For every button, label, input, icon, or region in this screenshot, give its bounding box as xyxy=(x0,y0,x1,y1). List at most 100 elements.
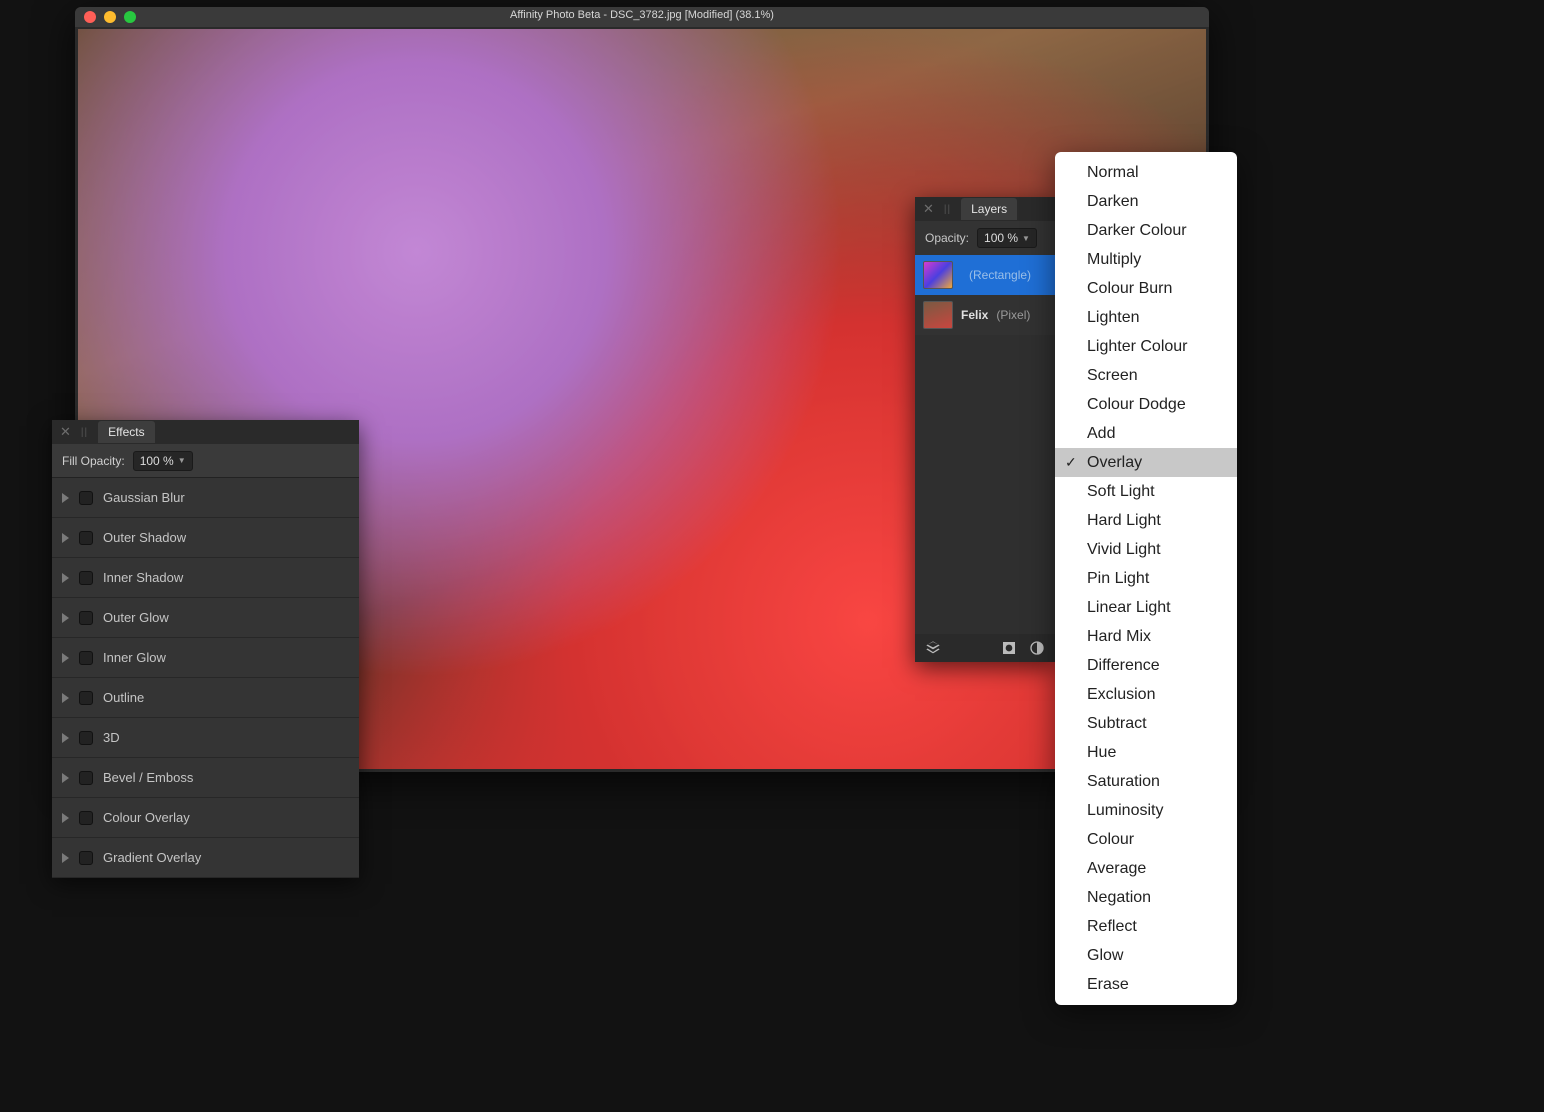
panel-close-icon[interactable]: ✕ xyxy=(923,201,934,217)
blend-mode-menu[interactable]: NormalDarkenDarker ColourMultiplyColour … xyxy=(1055,152,1237,1005)
effect-row[interactable]: Colour Overlay xyxy=(52,798,359,838)
layer-row[interactable]: Felix (Pixel) xyxy=(915,295,1055,335)
effect-row[interactable]: Outer Shadow xyxy=(52,518,359,558)
effect-checkbox[interactable] xyxy=(79,611,93,625)
effect-checkbox[interactable] xyxy=(79,771,93,785)
blend-mode-item[interactable]: Lighten xyxy=(1055,303,1237,332)
panel-grip-icon[interactable]: || xyxy=(81,427,88,438)
layer-opacity-row: Opacity: 100 % ▼ xyxy=(915,221,1055,255)
effect-label: Inner Glow xyxy=(103,650,166,665)
effect-checkbox[interactable] xyxy=(79,531,93,545)
check-icon: ✓ xyxy=(1065,450,1077,475)
effect-row[interactable]: Gaussian Blur xyxy=(52,478,359,518)
disclosure-triangle-icon[interactable] xyxy=(62,773,69,783)
effects-tab[interactable]: Effects xyxy=(98,421,154,443)
effect-checkbox[interactable] xyxy=(79,491,93,505)
blend-mode-item[interactable]: Saturation xyxy=(1055,767,1237,796)
fill-opacity-row: Fill Opacity: 100 % ▼ xyxy=(52,444,359,478)
panel-grip-icon[interactable]: || xyxy=(944,204,951,215)
chevron-down-icon: ▼ xyxy=(178,456,186,465)
blend-mode-item[interactable]: Negation xyxy=(1055,883,1237,912)
effect-checkbox[interactable] xyxy=(79,731,93,745)
disclosure-triangle-icon[interactable] xyxy=(62,493,69,503)
blend-mode-item[interactable]: Screen xyxy=(1055,361,1237,390)
fill-opacity-dropdown[interactable]: 100 % ▼ xyxy=(133,451,193,471)
blend-mode-item[interactable]: Darken xyxy=(1055,187,1237,216)
opacity-label: Opacity: xyxy=(925,231,969,245)
disclosure-triangle-icon[interactable] xyxy=(62,733,69,743)
effect-label: Colour Overlay xyxy=(103,810,190,825)
effect-row[interactable]: 3D xyxy=(52,718,359,758)
effect-row[interactable]: Inner Shadow xyxy=(52,558,359,598)
blend-mode-item[interactable]: Colour Dodge xyxy=(1055,390,1237,419)
blend-mode-item[interactable]: Soft Light xyxy=(1055,477,1237,506)
fill-opacity-value: 100 % xyxy=(140,454,174,468)
blend-mode-item[interactable]: Normal xyxy=(1055,158,1237,187)
disclosure-triangle-icon[interactable] xyxy=(62,533,69,543)
blend-mode-item[interactable]: Exclusion xyxy=(1055,680,1237,709)
effect-row[interactable]: Outer Glow xyxy=(52,598,359,638)
blend-mode-item[interactable]: ✓Overlay xyxy=(1055,448,1237,477)
effect-label: Outer Shadow xyxy=(103,530,186,545)
blend-mode-item[interactable]: Hard Mix xyxy=(1055,622,1237,651)
effect-label: Gaussian Blur xyxy=(103,490,185,505)
disclosure-triangle-icon[interactable] xyxy=(62,573,69,583)
effect-checkbox[interactable] xyxy=(79,691,93,705)
effect-label: Inner Shadow xyxy=(103,570,183,585)
blend-mode-item[interactable]: Erase xyxy=(1055,970,1237,999)
blend-mode-item[interactable]: Multiply xyxy=(1055,245,1237,274)
effect-checkbox[interactable] xyxy=(79,571,93,585)
blend-mode-item[interactable]: Darker Colour xyxy=(1055,216,1237,245)
window-title: Affinity Photo Beta - DSC_3782.jpg [Modi… xyxy=(75,9,1209,21)
blend-mode-item[interactable]: Glow xyxy=(1055,941,1237,970)
disclosure-triangle-icon[interactable] xyxy=(62,653,69,663)
opacity-value: 100 % xyxy=(984,231,1018,245)
blend-mode-item[interactable]: Difference xyxy=(1055,651,1237,680)
effect-row[interactable]: Bevel / Emboss xyxy=(52,758,359,798)
layers-panel-header[interactable]: ✕ || Layers xyxy=(915,197,1055,221)
layers-tab[interactable]: Layers xyxy=(961,198,1017,220)
layers-icon[interactable] xyxy=(925,640,941,656)
panel-close-icon[interactable]: ✕ xyxy=(60,424,71,440)
effect-checkbox[interactable] xyxy=(79,651,93,665)
titlebar[interactable]: Affinity Photo Beta - DSC_3782.jpg [Modi… xyxy=(75,7,1209,27)
effect-checkbox[interactable] xyxy=(79,851,93,865)
effects-panel: ✕ || Effects Fill Opacity: 100 % ▼ Gauss… xyxy=(52,420,359,878)
layer-thumbnail[interactable] xyxy=(923,261,953,289)
effect-row[interactable]: Outline xyxy=(52,678,359,718)
effect-label: Outline xyxy=(103,690,144,705)
blend-mode-item[interactable]: Colour xyxy=(1055,825,1237,854)
blend-mode-item[interactable]: Average xyxy=(1055,854,1237,883)
effects-list: Gaussian Blur Outer Shadow Inner Shadow Out… xyxy=(52,478,359,878)
effect-row[interactable]: Gradient Overlay xyxy=(52,838,359,878)
chevron-down-icon: ▼ xyxy=(1022,234,1030,243)
blend-mode-item[interactable]: Add xyxy=(1055,419,1237,448)
blend-mode-item[interactable]: Reflect xyxy=(1055,912,1237,941)
layer-thumbnail[interactable] xyxy=(923,301,953,329)
blend-mode-item[interactable]: Pin Light xyxy=(1055,564,1237,593)
effect-label: 3D xyxy=(103,730,120,745)
layer-type: (Rectangle) xyxy=(969,268,1031,282)
mask-icon[interactable] xyxy=(1001,640,1017,656)
blend-mode-item[interactable]: Luminosity xyxy=(1055,796,1237,825)
disclosure-triangle-icon[interactable] xyxy=(62,813,69,823)
disclosure-triangle-icon[interactable] xyxy=(62,613,69,623)
blend-mode-item[interactable]: Subtract xyxy=(1055,709,1237,738)
disclosure-triangle-icon[interactable] xyxy=(62,853,69,863)
layer-list: (Rectangle) Felix (Pixel) xyxy=(915,255,1055,335)
blend-mode-item[interactable]: Linear Light xyxy=(1055,593,1237,622)
blend-mode-item[interactable]: Hue xyxy=(1055,738,1237,767)
blend-mode-item[interactable]: Hard Light xyxy=(1055,506,1237,535)
effect-checkbox[interactable] xyxy=(79,811,93,825)
opacity-dropdown[interactable]: 100 % ▼ xyxy=(977,228,1037,248)
effect-label: Gradient Overlay xyxy=(103,850,201,865)
blend-mode-item[interactable]: Lighter Colour xyxy=(1055,332,1237,361)
effects-panel-header[interactable]: ✕ || Effects xyxy=(52,420,359,444)
layer-row[interactable]: (Rectangle) xyxy=(915,255,1055,295)
blend-mode-item[interactable]: Vivid Light xyxy=(1055,535,1237,564)
disclosure-triangle-icon[interactable] xyxy=(62,693,69,703)
blend-mode-item[interactable]: Colour Burn xyxy=(1055,274,1237,303)
effect-row[interactable]: Inner Glow xyxy=(52,638,359,678)
layer-name: Felix xyxy=(961,308,988,322)
adjustment-icon[interactable] xyxy=(1029,640,1045,656)
